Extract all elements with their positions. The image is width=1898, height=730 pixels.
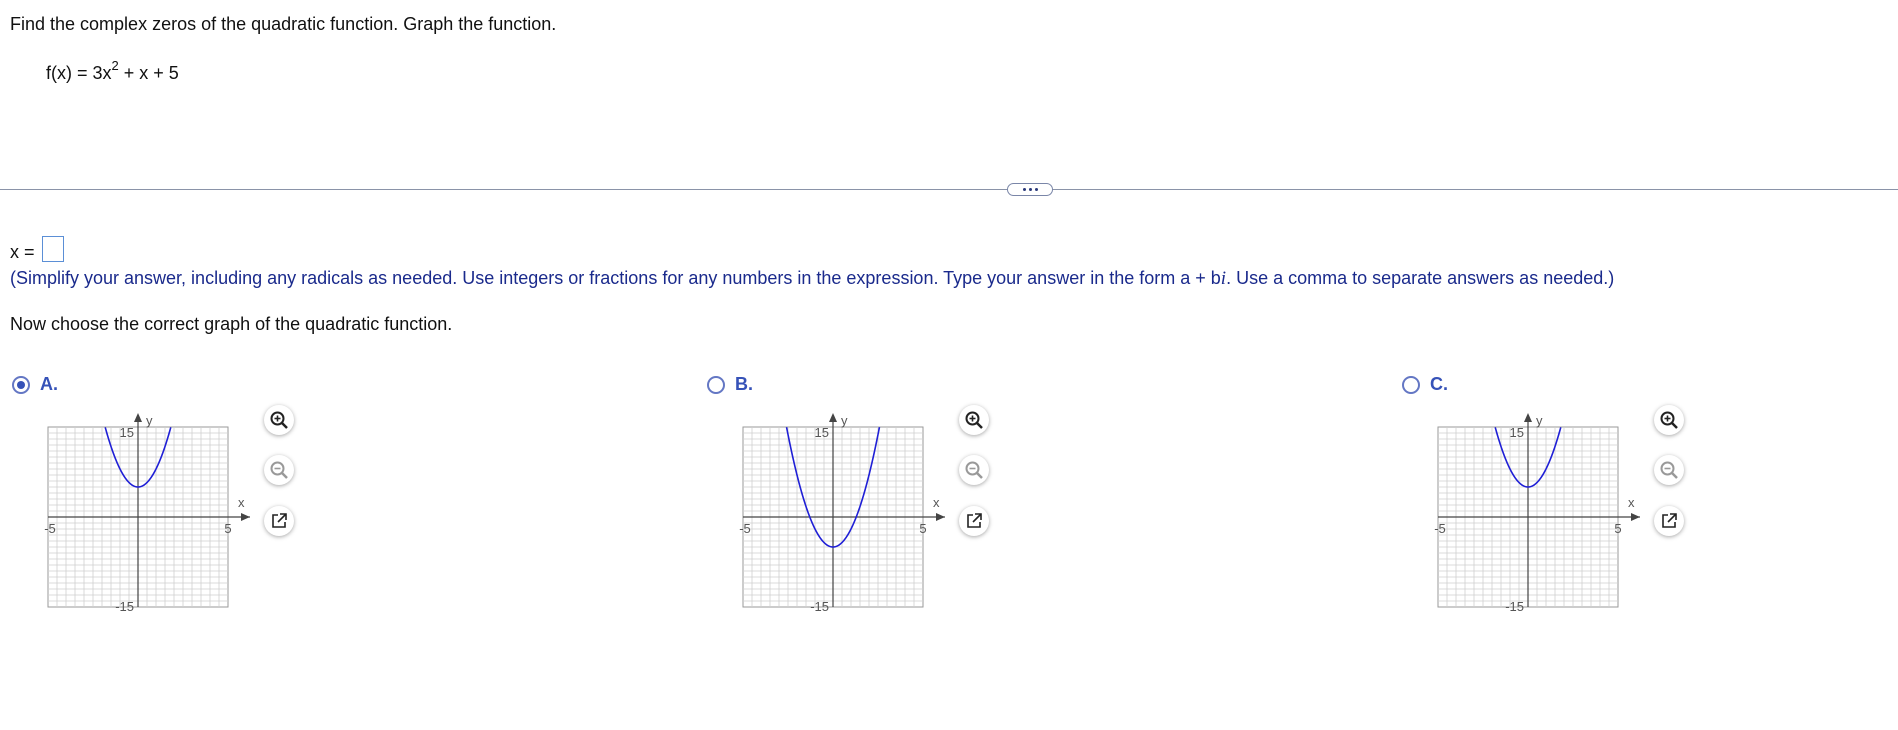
y-max-label: 15: [815, 425, 829, 440]
graph-c-zoom-in-button[interactable]: [1654, 405, 1684, 435]
zoom-out-icon: [270, 461, 288, 479]
x-axis-arrow: [1631, 513, 1640, 521]
zoom-out-icon: [965, 461, 983, 479]
y-axis-arrow: [134, 413, 142, 422]
x-axis-arrow: [241, 513, 250, 521]
x-max-label: 5: [224, 521, 231, 536]
option-a-label: A.: [40, 374, 58, 394]
graph-c-zoom-out-button[interactable]: [1654, 455, 1684, 485]
x-min-label: -5: [44, 521, 56, 536]
graph-c: 15 -15 -5 5 y x: [1430, 405, 1660, 620]
x-max-label: 5: [919, 521, 926, 536]
x-min-label: -5: [1434, 521, 1446, 536]
option-a[interactable]: A.: [12, 374, 58, 395]
y-min-label: -15: [1505, 599, 1524, 614]
graph-a-popout-button[interactable]: [264, 506, 294, 536]
zoom-out-icon: [1660, 461, 1678, 479]
graph-b-svg: 15 -15 -5 5 y x: [739, 413, 945, 614]
x-axis-label: x: [238, 495, 245, 510]
x-axis-label: x: [1628, 495, 1635, 510]
zoom-in-icon: [1660, 411, 1678, 429]
x-axis-arrow: [936, 513, 945, 521]
option-a-radio[interactable]: [12, 375, 30, 394]
answer-instructions: (Simplify your answer, including any rad…: [10, 268, 1614, 290]
y-axis-label: y: [1536, 413, 1543, 428]
graph-a-zoom-out-button[interactable]: [264, 455, 294, 485]
function-lhs: f(x) = 3x: [46, 63, 112, 83]
graph-b-zoom-in-button[interactable]: [959, 405, 989, 435]
y-max-label: 15: [1510, 425, 1524, 440]
option-c[interactable]: C.: [1402, 374, 1448, 395]
graph-a-svg: 15 -15 -5 5 y x: [44, 413, 250, 614]
option-b[interactable]: B.: [707, 374, 753, 395]
function-expression: f(x) = 3x2 + x + 5: [46, 58, 179, 84]
graph-c-popout-button[interactable]: [1654, 506, 1684, 536]
graph-prompt: Now choose the correct graph of the quad…: [10, 314, 453, 334]
graph-b-zoom-out-button[interactable]: [959, 455, 989, 485]
section-divider: [0, 189, 1898, 190]
option-b-label: B.: [735, 374, 753, 394]
more-options-button[interactable]: [1007, 183, 1053, 196]
function-exponent: 2: [111, 58, 119, 73]
x-min-label: -5: [739, 521, 751, 536]
zoom-in-icon: [270, 411, 288, 429]
popout-icon: [272, 513, 287, 528]
option-b-radio[interactable]: [707, 375, 725, 394]
y-axis-arrow: [829, 413, 837, 422]
instructions-post: . Use a comma to separate answers as nee…: [1226, 268, 1615, 288]
answer-label: x =: [10, 242, 35, 262]
y-min-label: -15: [115, 599, 134, 614]
graph-a: 15 -15 -5 5 y x: [40, 405, 270, 620]
popout-icon: [1662, 513, 1677, 528]
x-axis-label: x: [933, 495, 940, 510]
option-c-label: C.: [1430, 374, 1448, 394]
y-axis-label: y: [146, 413, 153, 428]
popout-icon: [967, 513, 982, 528]
y-min-label: -15: [810, 599, 829, 614]
x-max-label: 5: [1614, 521, 1621, 536]
function-rhs: + x + 5: [118, 63, 179, 83]
graph-b: 15 -15 -5 5 y x: [735, 405, 965, 620]
instructions-pre: (Simplify your answer, including any rad…: [10, 268, 1221, 288]
option-c-radio[interactable]: [1402, 375, 1420, 394]
zoom-in-icon: [965, 411, 983, 429]
graph-b-popout-button[interactable]: [959, 506, 989, 536]
y-axis-label: y: [841, 413, 848, 428]
y-max-label: 15: [120, 425, 134, 440]
y-axis-arrow: [1524, 413, 1532, 422]
graph-c-svg: 15 -15 -5 5 y x: [1434, 413, 1640, 614]
graph-a-zoom-in-button[interactable]: [264, 405, 294, 435]
answer-input[interactable]: [42, 236, 64, 262]
question-text: Find the complex zeros of the quadratic …: [10, 14, 557, 34]
